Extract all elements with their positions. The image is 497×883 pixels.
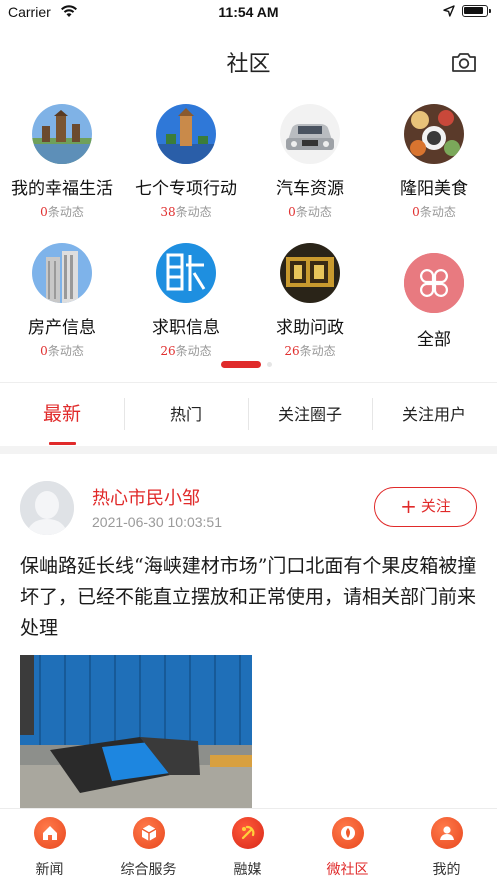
tab-separator bbox=[372, 398, 373, 430]
avatar[interactable] bbox=[20, 481, 74, 535]
home-icon bbox=[33, 817, 66, 849]
category-name: 七个专项行动 bbox=[135, 179, 237, 199]
battery-icon bbox=[462, 5, 491, 17]
category-name: 房产信息 bbox=[28, 318, 96, 338]
post-username[interactable]: 热心市民小邹 bbox=[92, 484, 200, 510]
category-real-estate[interactable]: 房产信息 0条动态 bbox=[0, 243, 124, 359]
tabbar-services[interactable]: 综合服务 bbox=[99, 817, 198, 879]
tabbar-profile[interactable]: 我的 bbox=[397, 817, 496, 879]
category-job-info[interactable]: 求职信息 26条动态 bbox=[124, 243, 248, 359]
page-indicator-active bbox=[221, 361, 261, 368]
category-longyang-food[interactable]: 隆阳美食 0条动态 bbox=[372, 104, 496, 220]
category-count: 26条动态 bbox=[160, 344, 212, 358]
status-bar: Carrier 11:54 AM bbox=[0, 0, 497, 26]
clock: 11:54 AM bbox=[218, 4, 279, 20]
post-content: 保岫路延长线“海峡建材市场”门口北面有个果皮箱被撞坏了，已经不能直立摆放和正常使… bbox=[20, 555, 477, 639]
plus-icon: + bbox=[400, 494, 417, 518]
tabbar-news[interactable]: 新闻 bbox=[0, 817, 99, 879]
category-thumbnail bbox=[156, 104, 216, 164]
category-count: 38条动态 bbox=[160, 205, 212, 219]
tab-followed-circles[interactable]: 关注圈子 bbox=[248, 383, 372, 446]
category-count: 0条动态 bbox=[40, 205, 84, 219]
grid-clover-icon bbox=[404, 253, 464, 313]
category-count: 0条动态 bbox=[40, 344, 84, 358]
tabbar-community[interactable]: 微社区 bbox=[298, 817, 397, 879]
box-icon bbox=[132, 817, 165, 849]
category-all[interactable]: 全部 bbox=[372, 253, 496, 350]
category-name: 求助问政 bbox=[276, 318, 344, 338]
category-name: 求职信息 bbox=[152, 318, 220, 338]
community-icon bbox=[331, 817, 364, 849]
post-photo[interactable] bbox=[20, 655, 252, 810]
tabbar-label: 我的 bbox=[432, 862, 461, 878]
tab-hot[interactable]: 热门 bbox=[124, 383, 248, 446]
tabbar-label: 综合服务 bbox=[120, 862, 177, 878]
tab-separator bbox=[248, 398, 249, 430]
category-thumbnail bbox=[156, 243, 216, 303]
tabbar-label: 融媒 bbox=[233, 862, 262, 878]
page-title: 社区 bbox=[226, 52, 271, 77]
category-name: 全部 bbox=[417, 330, 451, 350]
category-name: 汽车资源 bbox=[276, 179, 344, 199]
tab-followed-users[interactable]: 关注用户 bbox=[372, 383, 496, 446]
tabbar-media[interactable]: 融媒 bbox=[198, 817, 297, 879]
tab-separator bbox=[124, 398, 125, 430]
post-timestamp: 2021-06-30 10:03:51 bbox=[92, 514, 222, 530]
page-indicator-dot[interactable] bbox=[267, 362, 272, 367]
tab-active-indicator bbox=[49, 442, 76, 445]
category-count: 26条动态 bbox=[284, 344, 336, 358]
page-indicator bbox=[0, 361, 497, 369]
category-car-resources[interactable]: 汽车资源 0条动态 bbox=[248, 104, 372, 220]
category-thumbnail bbox=[280, 243, 340, 303]
section-gap bbox=[0, 446, 497, 454]
camera-icon[interactable] bbox=[450, 50, 478, 74]
bottom-tab-bar: 新闻 综合服务 融媒 微社区 我的 bbox=[0, 808, 497, 883]
category-thumbnail bbox=[32, 243, 92, 303]
category-count: 0条动态 bbox=[288, 205, 332, 219]
category-name: 我的幸福生活 bbox=[11, 179, 113, 199]
category-thumbnail bbox=[32, 104, 92, 164]
user-icon bbox=[430, 817, 463, 849]
tabbar-label: 微社区 bbox=[326, 862, 369, 878]
tab-latest[interactable]: 最新 bbox=[0, 383, 124, 446]
location-arrow-icon bbox=[443, 5, 455, 17]
tabbar-label: 新闻 bbox=[35, 862, 64, 878]
category-help-politics[interactable]: 求助问政 26条动态 bbox=[248, 243, 372, 359]
follow-button[interactable]: + 关注 bbox=[374, 487, 477, 527]
category-happy-life[interactable]: 我的幸福生活 0条动态 bbox=[0, 104, 124, 220]
category-thumbnail bbox=[404, 104, 464, 164]
category-name: 隆阳美食 bbox=[400, 179, 468, 199]
category-seven-actions[interactable]: 七个专项行动 38条动态 bbox=[124, 104, 248, 220]
category-thumbnail bbox=[280, 104, 340, 164]
party-emblem-icon bbox=[231, 817, 264, 849]
category-count: 0条动态 bbox=[412, 205, 456, 219]
